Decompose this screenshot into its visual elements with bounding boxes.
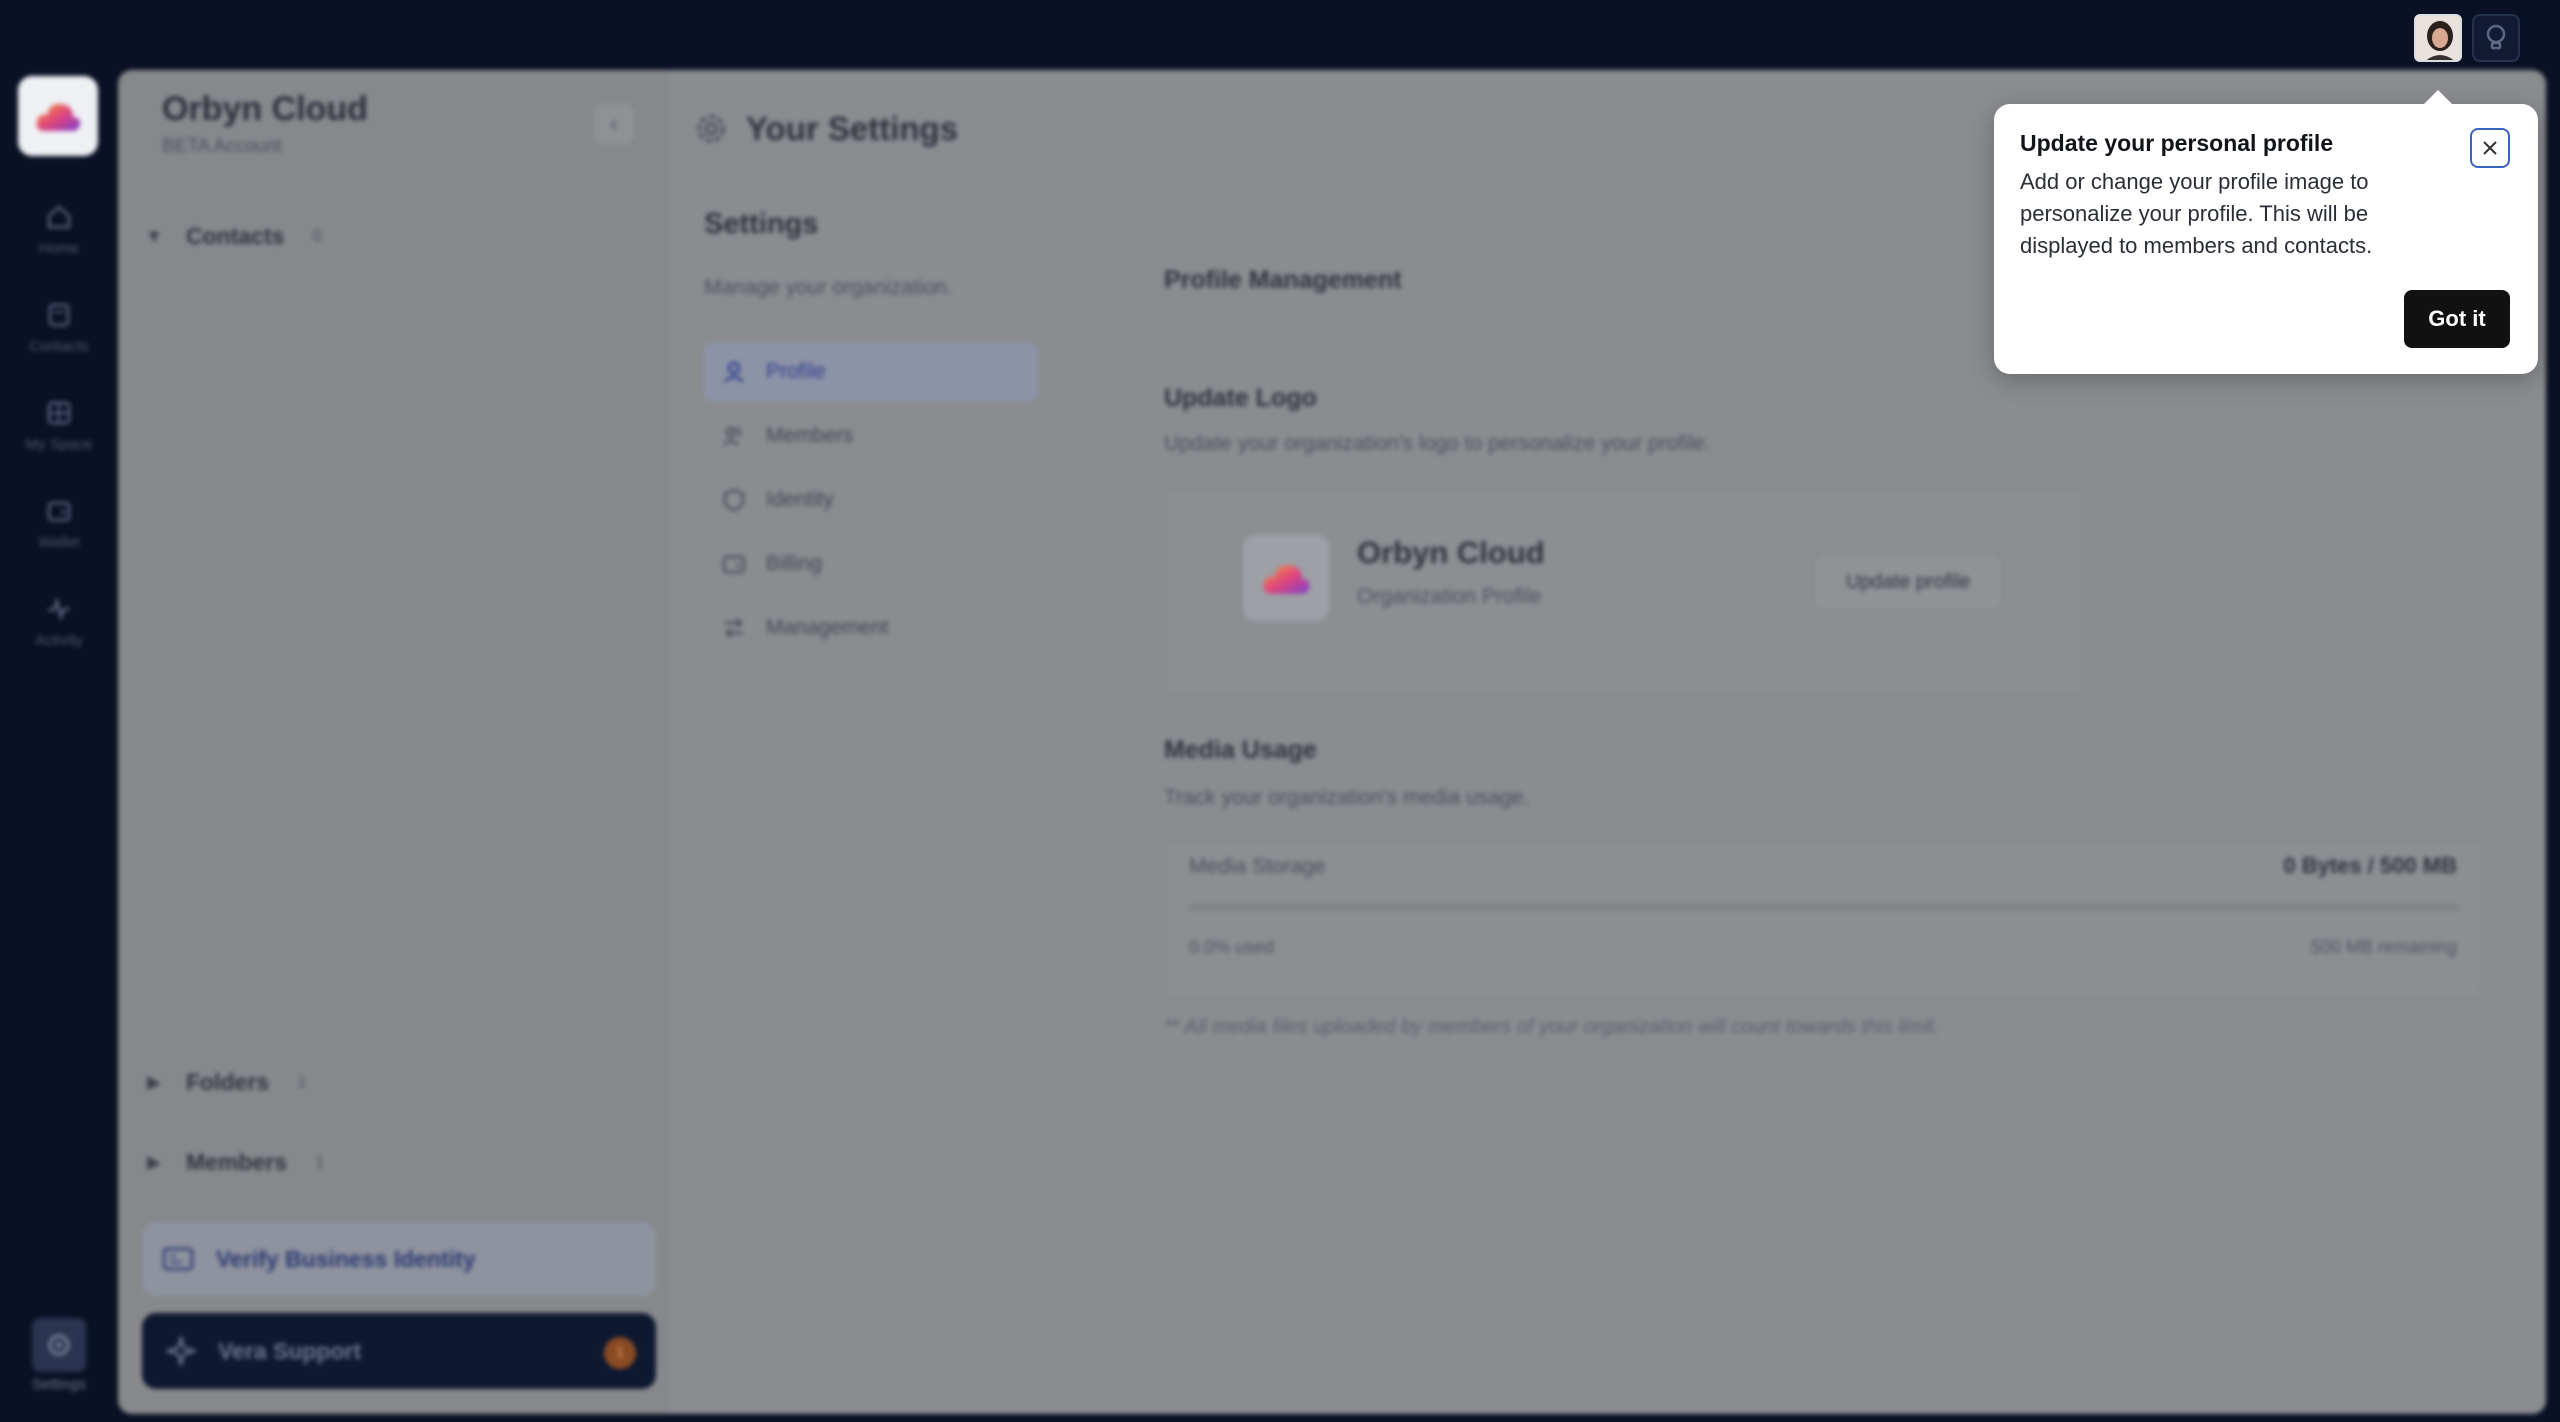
cloud-logo-icon	[1263, 565, 1310, 594]
got-it-button[interactable]: Got it	[2404, 290, 2510, 348]
org-logo-thumbnail	[1243, 535, 1329, 621]
media-storage-value: 0 Bytes / 500 MB	[2283, 853, 2457, 878]
media-storage-label: Media Storage	[1189, 855, 1326, 878]
nav-label: Billing	[766, 552, 823, 575]
rail-item-label: Activity	[35, 632, 83, 649]
tooltip-body: Add or change your profile image to pers…	[2020, 169, 2373, 258]
tree-row-count: 1	[314, 1152, 325, 1171]
media-remaining-text: 500 MB remaining	[2310, 937, 2457, 957]
settings-nav-identity[interactable]: Identity	[704, 470, 1038, 530]
media-usage-description: Track your organization's media usage.	[1164, 786, 1530, 809]
chevron-left-icon: ‹	[610, 111, 618, 136]
users-icon	[723, 426, 742, 446]
nav-label: Profile	[766, 360, 826, 383]
rail-item-label: Home	[38, 240, 79, 257]
settings-label: Settings	[31, 1376, 87, 1393]
page-header: Your Settings	[692, 110, 958, 148]
home-icon	[47, 205, 71, 229]
vera-support-button[interactable]: Vera Support 1	[142, 1313, 656, 1389]
tree-row-members[interactable]: ▶ Members 1	[142, 1142, 332, 1182]
verify-business-identity-button[interactable]: Verify Business Identity	[142, 1222, 656, 1296]
vera-support-label: Vera Support	[218, 1337, 362, 1364]
rail-item-wallet[interactable]: Wallet	[0, 498, 118, 578]
nav-label: Management	[766, 616, 889, 639]
org-logo-card: Orbyn Cloud Organization Profile Update …	[1164, 488, 2084, 696]
tree-row-contacts[interactable]: ▼ Contacts 0	[142, 216, 330, 256]
org-card-type: Organization Profile	[1357, 585, 1542, 608]
sparkle-icon	[166, 1336, 196, 1366]
media-storage-card: Media Storage 0 Bytes / 500 MB 0.0% used…	[1164, 840, 2482, 1000]
settings-subheading: Manage your organization.	[704, 276, 953, 299]
shield-icon	[723, 488, 745, 512]
profile-management-heading: Profile Management	[1164, 266, 1402, 294]
notification-badge: 1	[604, 1337, 636, 1369]
tree-row-name: Members	[186, 1148, 287, 1175]
wallet-icon	[722, 555, 746, 574]
id-card-icon	[162, 1247, 194, 1271]
org-card-name: Orbyn Cloud	[1357, 535, 1545, 570]
tree-row-count: 1	[297, 1072, 307, 1091]
org-sidebar: Orbyn Cloud BETA Account ‹ ▼ Contacts 0 …	[118, 70, 668, 1414]
swap-arrows-icon	[725, 618, 743, 638]
rail-item-label: Contacts	[29, 338, 89, 355]
nav-rail: Home Contacts My Space Wallet Activity	[0, 70, 118, 1422]
rail-item-my-space[interactable]: My Space	[0, 400, 118, 480]
tooltip-title: Update your personal profile	[2020, 130, 2334, 156]
tooltip-close-button[interactable]	[2470, 128, 2510, 168]
cloud-logo-icon	[36, 103, 81, 131]
user-icon	[724, 361, 744, 383]
page-title: Your Settings	[746, 110, 959, 147]
settings-nav-members[interactable]: Members	[704, 406, 1038, 466]
app-logo[interactable]	[18, 76, 98, 156]
rail-item-home[interactable]: Home	[0, 204, 118, 284]
tree-row-name: Folders	[186, 1068, 270, 1095]
tree-row-name: Contacts	[186, 222, 285, 249]
rail-item-label: My Space	[25, 436, 93, 453]
rail-item-label: Wallet	[38, 534, 80, 551]
rail-item-contacts[interactable]: Contacts	[0, 302, 118, 382]
verify-label: Verify Business Identity	[216, 1245, 476, 1272]
nav-label: Identity	[766, 488, 834, 511]
caret-right-icon: ▶	[147, 1071, 161, 1092]
activity-icon	[48, 596, 70, 622]
media-progress-bar	[1189, 903, 2459, 911]
settings-nav: Profile Members Identity Billing Managem…	[704, 342, 1038, 662]
media-usage-heading: Media Usage	[1164, 736, 1317, 764]
caret-down-icon: ▼	[145, 225, 163, 246]
settings-nav-management[interactable]: Management	[704, 598, 1038, 658]
contacts-icon	[48, 303, 70, 327]
collapse-sidebar-button[interactable]: ‹	[594, 104, 634, 144]
tooltip-arrow	[2424, 90, 2452, 104]
media-used-text: 0.0% used	[1189, 937, 1275, 957]
update-profile-button[interactable]: Update profile	[1813, 553, 2003, 611]
update-logo-heading: Update Logo	[1164, 384, 1317, 412]
tree-row-count: 0	[312, 226, 322, 245]
caret-right-icon: ▶	[147, 1151, 161, 1172]
settings-nav-billing[interactable]: Billing	[704, 534, 1038, 594]
grid-icon	[47, 401, 71, 425]
update-logo-description: Update your organization's logo to perso…	[1164, 432, 1711, 455]
org-name: Orbyn Cloud	[162, 90, 368, 128]
settings-nav-profile[interactable]: Profile	[704, 342, 1038, 402]
gear-icon	[697, 115, 725, 143]
profile-onboarding-tooltip: Update your personal profile Add or chan…	[1994, 90, 2538, 374]
nav-label: Members	[766, 424, 854, 447]
settings-heading: Settings	[704, 208, 819, 240]
settings-button[interactable]	[32, 1318, 86, 1372]
media-usage-note: ** All media files uploaded by members o…	[1164, 1016, 1940, 1038]
close-icon	[2483, 141, 2497, 155]
tree-row-folders[interactable]: ▶ Folders 1	[142, 1062, 315, 1102]
org-account-type: BETA Account	[162, 136, 283, 157]
wallet-icon	[47, 501, 71, 522]
rail-item-activity[interactable]: Activity	[0, 596, 118, 676]
gear-icon	[48, 1334, 70, 1356]
